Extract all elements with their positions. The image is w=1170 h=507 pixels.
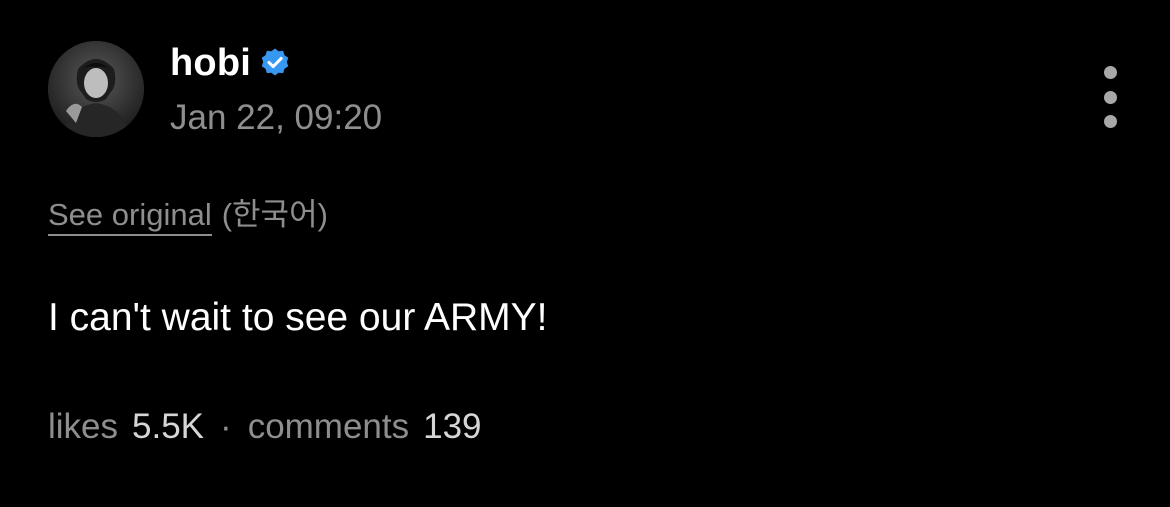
verified-badge-icon (259, 47, 291, 79)
profile-photo-icon (48, 41, 144, 137)
likes-count[interactable]: 5.5K (132, 404, 204, 450)
stats-row: likes 5.5K · comments 139 (48, 404, 482, 450)
post-card: hobi Jan 22, 09:20 See original (한국어) I c… (0, 0, 1170, 507)
more-vertical-icon (1103, 66, 1117, 79)
likes-label[interactable]: likes (48, 404, 118, 450)
see-original-link[interactable]: See original (48, 197, 212, 236)
post-text: I can't wait to see our ARMY! (48, 296, 548, 339)
comments-label[interactable]: comments (248, 404, 409, 450)
more-options-button[interactable] (1090, 62, 1130, 132)
more-vertical-icon (1103, 115, 1117, 128)
avatar[interactable] (48, 41, 144, 137)
author-row: hobi (170, 40, 291, 86)
username[interactable]: hobi (170, 40, 251, 86)
stats-separator: · (220, 407, 232, 446)
more-vertical-icon (1103, 90, 1117, 104)
post-timestamp: Jan 22, 09:20 (170, 98, 383, 137)
translation-row: See original (한국어) (48, 193, 328, 237)
original-language: (한국어) (221, 197, 328, 232)
comments-count[interactable]: 139 (423, 404, 481, 450)
